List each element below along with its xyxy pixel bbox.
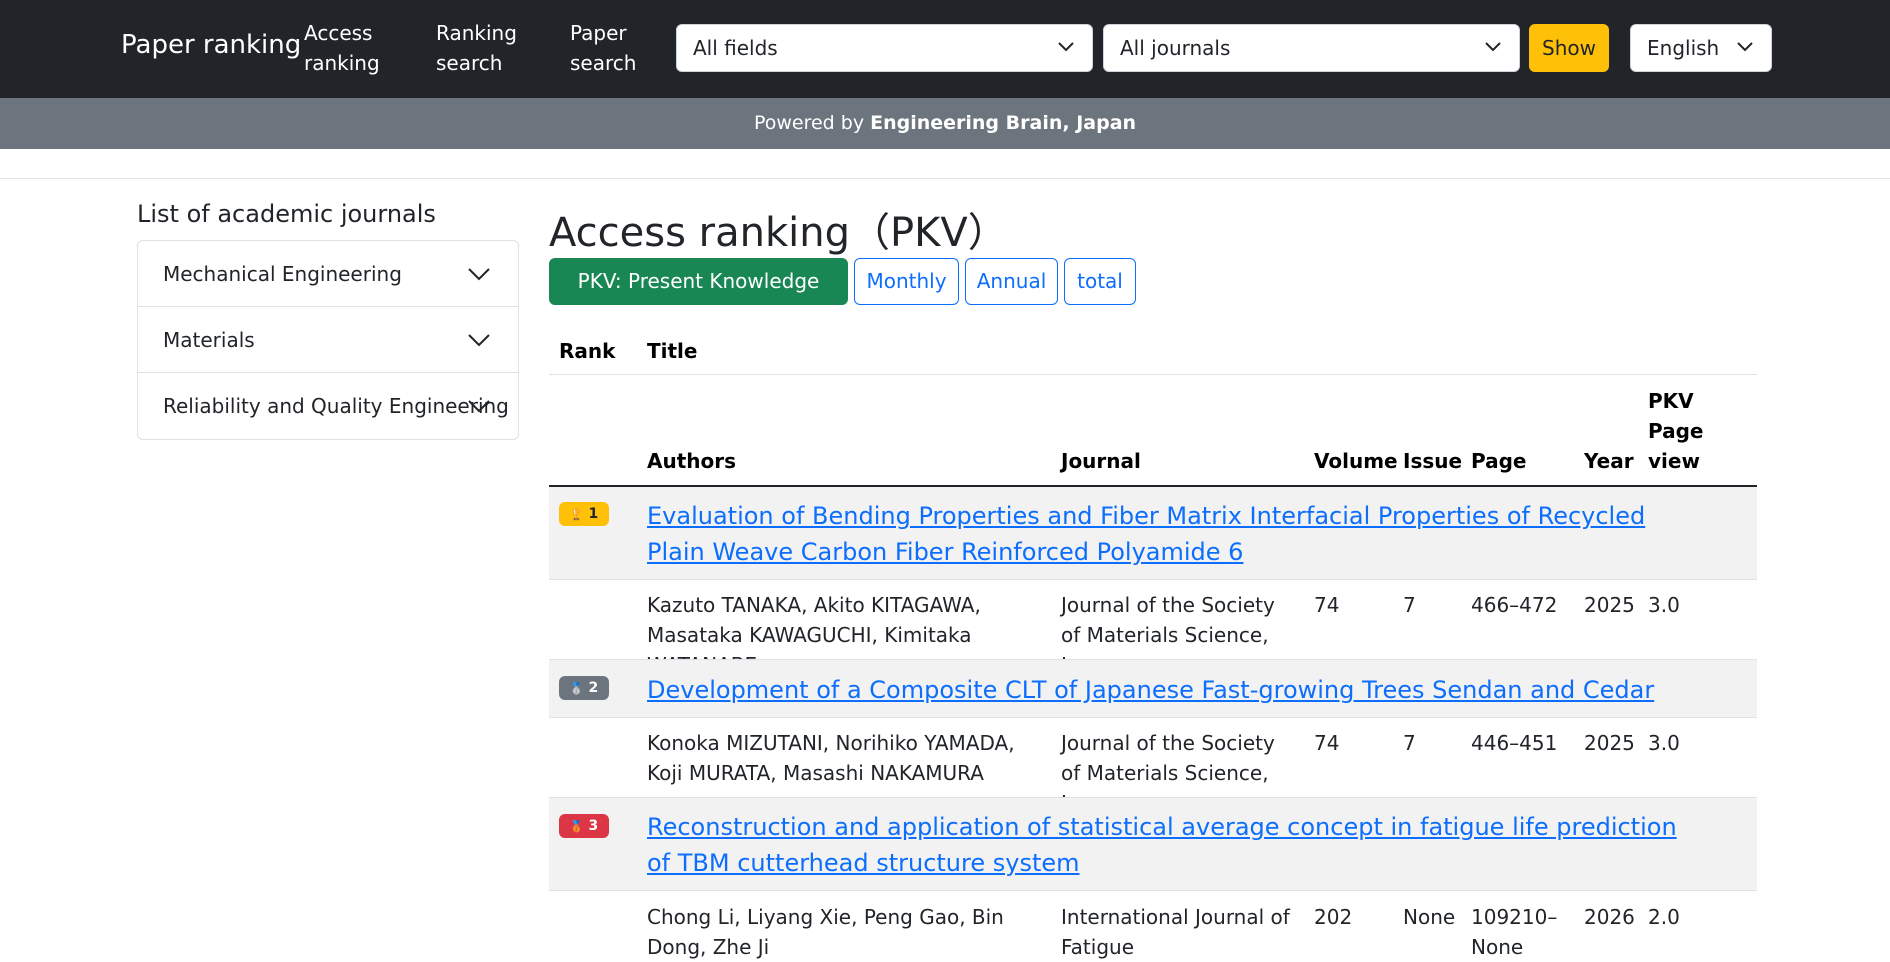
row-divider [549, 890, 1757, 891]
issue-cell: 7 [1403, 593, 1416, 617]
tab-monthly[interactable]: Monthly [854, 258, 959, 305]
chevron-down-icon [1058, 42, 1074, 52]
silver-medal-icon: 🥈 [569, 682, 584, 695]
header-journal: Journal [1061, 449, 1141, 473]
header-divider-line [549, 374, 1757, 375]
chevron-down-icon [1485, 42, 1501, 52]
year-cell: 2026 [1584, 905, 1635, 929]
powered-by-prefix: Powered by [753, 112, 871, 134]
pkv-cell: 3.0 [1648, 593, 1680, 617]
tab-pkv[interactable]: PKV: Present Knowledge Value [549, 258, 848, 338]
sidebar-title: List of academic journals [137, 200, 436, 228]
trophy-icon: 🏆 [569, 508, 584, 521]
header-year: Year [1584, 449, 1634, 473]
authors-cell: Konoka MIZUTANI, Norihiko YAMADA, Koji M… [647, 731, 1015, 785]
header-volume: Volume [1314, 449, 1398, 473]
rank-badge: 🥈 2 [559, 676, 609, 700]
powered-by-banner: Powered by Engineering Brain, Japan [0, 98, 1890, 149]
journal-select[interactable]: All journals [1103, 24, 1520, 72]
nav-access-ranking[interactable]: Access ranking [304, 18, 414, 78]
paper-title-link[interactable]: Reconstruction and application of statis… [647, 809, 1707, 881]
year-cell: 2025 [1584, 731, 1635, 755]
issue-cell: None [1403, 905, 1456, 929]
brand-link[interactable]: Paper ranking [121, 30, 301, 60]
header-issue: Issue [1403, 449, 1463, 473]
chevron-down-icon [468, 400, 490, 413]
row-divider [549, 579, 1757, 580]
accordion-item-materials[interactable]: Materials [138, 307, 518, 373]
header-pkv-page: Page [1648, 419, 1704, 443]
language-select[interactable]: English [1630, 24, 1772, 72]
pkv-cell: 3.0 [1648, 731, 1680, 755]
header-title: Title [647, 339, 698, 363]
nav-paper-search[interactable]: Paper search [570, 18, 680, 78]
paper-title-link[interactable]: Development of a Composite CLT of Japane… [647, 672, 1707, 708]
page-cell: 109210–None [1471, 905, 1558, 959]
accordion-item-label: Materials [163, 328, 255, 352]
year-cell: 2025 [1584, 593, 1635, 617]
accordion-item-label: Mechanical Engineering [163, 262, 402, 286]
rank-badge: 🥉 3 [559, 814, 609, 838]
top-navbar: Paper ranking Access ranking Ranking sea… [0, 0, 1890, 98]
tab-total[interactable]: total [1064, 258, 1136, 305]
authors-cell: Chong Li, Liyang Xie, Peng Gao, Bin Dong… [647, 905, 1004, 959]
chevron-down-icon [468, 334, 490, 347]
volume-cell: 202 [1314, 905, 1353, 929]
row-divider [549, 717, 1757, 718]
powered-by-org: Engineering Brain, Japan [870, 112, 1137, 134]
accordion-item-reliability[interactable]: Reliability and Quality Engineering [138, 373, 518, 439]
journal-accordion: Mechanical Engineering Materials Reliabi… [137, 240, 519, 440]
page-cell: 446–451 [1471, 731, 1558, 755]
chevron-down-icon [1737, 42, 1753, 52]
pkv-cell: 2.0 [1648, 905, 1680, 929]
header-divider [0, 178, 1890, 179]
journal-cell: International Journal of Fatigue [1061, 905, 1290, 959]
header-page: Page [1471, 449, 1527, 473]
nav-ranking-search[interactable]: Ranking search [436, 18, 546, 78]
bronze-medal-icon: 🥉 [569, 820, 584, 833]
rank-badge: 🏆 1 [559, 502, 609, 526]
tab-annual[interactable]: Annual [965, 258, 1058, 305]
header-rank: Rank [559, 339, 616, 363]
page-cell: 466–472 [1471, 593, 1558, 617]
chevron-down-icon [468, 268, 490, 281]
volume-cell: 74 [1314, 731, 1340, 755]
volume-cell: 74 [1314, 593, 1340, 617]
page-title: Access ranking（PKV） [549, 210, 1008, 256]
issue-cell: 7 [1403, 731, 1416, 755]
language-select-value: English [1647, 36, 1720, 60]
header-pkv-view: view [1648, 449, 1700, 473]
field-select-value: All fields [693, 36, 778, 60]
show-button[interactable]: Show [1529, 24, 1609, 72]
journal-select-value: All journals [1120, 36, 1231, 60]
paper-title-link[interactable]: Evaluation of Bending Properties and Fib… [647, 498, 1707, 570]
accordion-item-label: Reliability and Quality Engineering [163, 394, 509, 418]
field-select[interactable]: All fields [676, 24, 1093, 72]
header-authors: Authors [647, 449, 737, 473]
accordion-item-mechanical-engineering[interactable]: Mechanical Engineering [138, 241, 518, 307]
header-pkv: PKV [1648, 389, 1694, 413]
